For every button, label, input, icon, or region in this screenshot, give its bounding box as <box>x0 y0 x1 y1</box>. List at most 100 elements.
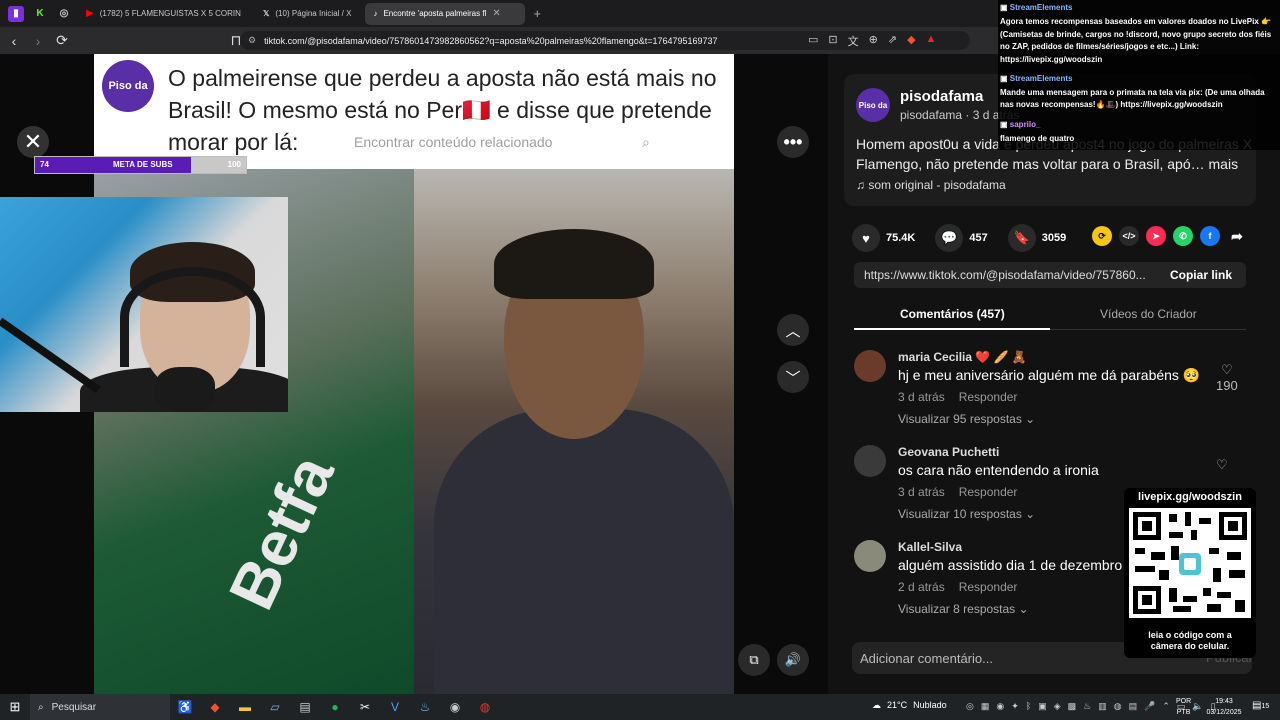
twitch-icon[interactable]: ▮ <box>8 5 24 22</box>
brave-icon[interactable]: ◆ <box>200 694 230 720</box>
share-icon[interactable]: ⇗ <box>888 33 897 49</box>
chevron-up-icon[interactable]: ︿ <box>777 314 809 346</box>
taskbar-search[interactable]: ⌕ Pesquisar <box>30 694 170 720</box>
weather-desc: Nublado <box>913 700 947 710</box>
weather-widget[interactable]: ☁ 21°C Nublado <box>872 700 947 711</box>
tab-tiktok[interactable]: ♪ Encontre 'aposta palmeiras fl ✕ <box>365 2 526 25</box>
rewards-icon[interactable]: ▲ <box>926 33 937 49</box>
commenter-avatar[interactable] <box>854 350 886 382</box>
reply-button[interactable]: Responder <box>959 485 1018 499</box>
translate-icon[interactable]: 文 <box>848 33 859 49</box>
app-icon[interactable]: ◉ <box>440 694 470 720</box>
chevron-down-icon[interactable]: ﹀ <box>777 361 809 393</box>
obs-icon[interactable]: ◍ <box>470 694 500 720</box>
tray-icon[interactable]: ▤ <box>1129 701 1138 712</box>
embed-icon[interactable]: </> <box>1119 226 1139 246</box>
send-icon[interactable]: ➤ <box>1146 226 1166 246</box>
more-options-icon[interactable]: ••• <box>777 126 809 158</box>
x-icon: 𝕏 <box>262 9 270 18</box>
related-content-search[interactable]: Encontrar conteúdo relacionado <box>354 134 552 150</box>
chevron-up-icon[interactable]: ⌃ <box>1162 701 1170 712</box>
repost-icon[interactable]: ⟳ <box>1092 226 1112 246</box>
back-icon[interactable]: ‹ <box>4 33 24 49</box>
view-replies-button[interactable]: Visualizar 95 respostas ⌄ <box>898 412 1035 426</box>
view-replies-button[interactable]: Visualizar 8 respostas ⌄ <box>898 602 1029 616</box>
tray-icon[interactable]: ▩ <box>1068 701 1077 712</box>
heart-icon[interactable]: ♡ <box>1216 362 1238 378</box>
app-icon[interactable]: ▱ <box>260 694 290 720</box>
accessibility-icon[interactable]: ♿ <box>170 694 200 720</box>
facebook-icon[interactable]: f <box>1200 226 1220 246</box>
tray-icon[interactable]: ◎ <box>966 701 974 712</box>
volume-icon[interactable]: 🔊 <box>777 644 809 676</box>
brave-shield-icon[interactable]: ◆ <box>907 33 915 49</box>
forward-icon[interactable]: › <box>28 33 48 49</box>
clock[interactable]: 19:43 03/12/2025 <box>1200 696 1248 718</box>
site-info-icon[interactable]: ⚙ <box>248 35 256 46</box>
capcut-icon[interactable]: ✂ <box>350 694 380 720</box>
v-app-icon[interactable]: V <box>380 694 410 720</box>
view-replies-button[interactable]: Visualizar 10 respostas ⌄ <box>898 507 1035 521</box>
zoom-icon[interactable]: ⊕ <box>869 33 878 49</box>
tab-youtube[interactable]: ▶ (1782) 5 FLAMENGUISTAS X 5 CORIN <box>78 3 249 25</box>
reader-icon[interactable]: ▭ <box>808 33 818 49</box>
close-tab-icon[interactable]: ✕ <box>492 8 500 19</box>
kick-icon[interactable]: K <box>32 5 48 22</box>
spotify-icon[interactable]: ● <box>320 694 350 720</box>
tray-icon[interactable]: ✦ <box>1011 701 1019 712</box>
commenter-avatar[interactable] <box>854 540 886 572</box>
sub-goal-current: 74 <box>40 160 49 169</box>
globe-icon[interactable]: ◎ <box>56 5 72 22</box>
headset <box>120 267 265 367</box>
whatsapp-icon[interactable]: ✆ <box>1173 226 1193 246</box>
comment-like[interactable]: ♡ <box>1216 457 1228 473</box>
tab-comments[interactable]: Comentários (457) <box>900 307 1005 321</box>
reply-button[interactable]: Responder <box>959 580 1018 594</box>
copy-link-button[interactable]: Copiar link <box>1170 268 1232 282</box>
close-icon[interactable]: ✕ <box>17 126 49 158</box>
tiktok-icon: ♪ <box>373 9 378 18</box>
mic-icon[interactable]: 🎤 <box>1144 701 1155 712</box>
sound-link[interactable]: ♫ som original - pisodafama <box>856 178 1006 192</box>
creator-avatar[interactable]: Piso da <box>856 88 890 122</box>
commenter-avatar[interactable] <box>854 445 886 477</box>
sub-goal-bar: 74 META DE SUBS 100 <box>34 156 247 174</box>
tray-icon[interactable]: ◍ <box>1114 701 1122 712</box>
pip-icon[interactable]: ⧉ <box>738 644 770 676</box>
panel-tabs: Comentários (457) Vídeos do Criador <box>854 302 1246 330</box>
tray-icon[interactable]: ▣ <box>1038 701 1047 712</box>
comment-like[interactable]: ♡ 190 <box>1216 362 1238 393</box>
notification-center-icon[interactable]: ▤15 <box>1252 700 1269 711</box>
tray-icon[interactable]: ▥ <box>1098 701 1107 712</box>
steam-icon[interactable]: ♨ <box>410 694 440 720</box>
input-language[interactable]: POR PTB <box>1176 696 1191 718</box>
video-link-text[interactable]: https://www.tiktok.com/@pisodafama/video… <box>864 268 1146 282</box>
screenshot-icon[interactable]: ⊡ <box>828 33 837 49</box>
reload-icon[interactable]: ⟳ <box>52 32 72 49</box>
heart-icon[interactable]: ♡ <box>1216 457 1228 473</box>
tray-icon[interactable]: ▦ <box>981 701 990 712</box>
search-icon[interactable]: ⌕ <box>642 134 650 151</box>
comment-text: os cara não entendendo a ironia <box>898 462 1099 478</box>
lang-layout: PTB <box>1176 709 1191 716</box>
tray-icon[interactable]: ◈ <box>1054 701 1061 712</box>
windows-start-icon[interactable]: ⊞ <box>0 699 30 715</box>
new-tab-button[interactable]: + <box>533 6 541 21</box>
windows-taskbar: ⊞ ⌕ Pesquisar ♿ ◆ ▬ ▱ ▤ ● ✂ V ♨ ◉ ◍ ☁ 21°… <box>0 694 1280 720</box>
like-icon[interactable]: ♥ <box>852 224 880 252</box>
commenter-name[interactable]: Geovana Puchetti <box>898 445 999 459</box>
tab-creator-videos[interactable]: Vídeos do Criador <box>1100 307 1197 321</box>
bluetooth-icon[interactable]: ᛒ <box>1026 701 1031 712</box>
tray-icon[interactable]: ♨ <box>1083 701 1091 712</box>
file-explorer-icon[interactable]: ▬ <box>230 694 260 720</box>
commenter-name[interactable]: Kallel-Silva <box>898 540 962 554</box>
app-icon[interactable]: ▤ <box>290 694 320 720</box>
share-arrow-icon[interactable]: ➦ <box>1227 226 1247 246</box>
commenter-name[interactable]: maria Cecilia ❤️ 🥖 🧸 <box>898 350 1027 364</box>
save-icon[interactable]: 🔖 <box>1007 224 1036 252</box>
reply-button[interactable]: Responder <box>959 390 1018 404</box>
creator-username[interactable]: pisodafama <box>900 88 983 105</box>
tab-x[interactable]: 𝕏 (10) Página Inicial / X <box>255 3 360 25</box>
comment-icon[interactable]: 💬 <box>935 224 964 252</box>
tray-icon[interactable]: ◉ <box>996 701 1004 712</box>
